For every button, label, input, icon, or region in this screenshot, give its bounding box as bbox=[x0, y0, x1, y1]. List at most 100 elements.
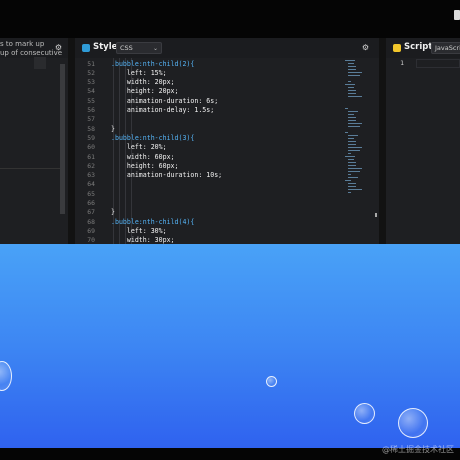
line-number: 69 bbox=[87, 226, 95, 235]
editor-area: s to mark up up of consecutive ⚙ Style C… bbox=[0, 38, 460, 244]
minimap-stroke bbox=[348, 123, 362, 124]
code-line[interactable]: animation-duration: 10s; bbox=[111, 171, 222, 180]
minimap-stroke bbox=[348, 183, 356, 184]
code-line[interactable]: width: 30px; bbox=[111, 236, 175, 244]
line-number: 64 bbox=[87, 180, 95, 189]
code-line[interactable]: left: 20%; bbox=[111, 143, 167, 152]
minimap-stroke bbox=[348, 81, 351, 82]
chevron-down-icon: ⌄ bbox=[152, 45, 158, 52]
code-line[interactable]: } bbox=[111, 208, 115, 217]
minimap-stroke bbox=[348, 171, 360, 172]
style-minimap[interactable] bbox=[345, 58, 375, 218]
html-scrollbar[interactable] bbox=[60, 64, 65, 214]
minimap-stroke bbox=[348, 153, 351, 154]
hint-line-1: s to mark up bbox=[0, 40, 45, 48]
style-panel: Style CSS ⌄ ⚙ 51 .bubble:nth-child(2){52 … bbox=[75, 38, 379, 244]
code-line[interactable]: width: 20px; bbox=[111, 78, 175, 87]
divider bbox=[0, 168, 60, 169]
minimap-stroke bbox=[348, 63, 354, 64]
line-number: 61 bbox=[87, 152, 95, 161]
minimap-stroke bbox=[348, 174, 351, 175]
preview-pane bbox=[0, 244, 460, 448]
minimap-stroke bbox=[348, 87, 354, 88]
minimap-stroke bbox=[348, 150, 360, 151]
style-scrollbar-thumb[interactable] bbox=[375, 213, 377, 217]
code-line[interactable]: } bbox=[111, 125, 115, 134]
minimap-stroke bbox=[348, 135, 358, 136]
line-number: 56 bbox=[87, 106, 95, 114]
line-number: 70 bbox=[87, 236, 95, 244]
style-panel-title: Style bbox=[93, 42, 118, 52]
script-language-label: JavaScript bbox=[435, 44, 460, 52]
minimap-stroke bbox=[348, 75, 360, 76]
minimap-stroke bbox=[348, 189, 362, 190]
code-line[interactable]: height: 60px; bbox=[111, 162, 179, 171]
minimap-stroke bbox=[348, 111, 358, 112]
bubble bbox=[398, 408, 428, 438]
minimap-stroke bbox=[348, 69, 356, 70]
share-icon[interactable] bbox=[454, 10, 460, 20]
code-line[interactable]: animation-duration: 6s; bbox=[111, 97, 218, 106]
minimap-stroke bbox=[348, 72, 362, 73]
js-badge-icon bbox=[393, 44, 401, 52]
code-line[interactable]: .bubble:nth-child(2){ bbox=[111, 60, 194, 69]
html-hint-text: s to mark up up of consecutive bbox=[0, 40, 62, 57]
html-code-area[interactable] bbox=[0, 58, 68, 244]
minimap-stroke bbox=[348, 168, 362, 169]
minimap-stroke bbox=[348, 117, 356, 118]
bubble bbox=[266, 376, 277, 387]
html-minimap bbox=[34, 57, 46, 69]
gear-icon[interactable]: ⚙ bbox=[362, 43, 369, 52]
line-number: 58 bbox=[87, 124, 95, 133]
line-number: 53 bbox=[87, 78, 95, 87]
line-number: 51 bbox=[87, 59, 95, 68]
minimap-stroke bbox=[345, 132, 348, 133]
line-number: 63 bbox=[87, 171, 95, 180]
minimap-stroke bbox=[345, 156, 355, 157]
style-language-label: CSS bbox=[120, 44, 133, 52]
gear-icon[interactable]: ⚙ bbox=[55, 44, 62, 52]
minimap-stroke bbox=[345, 60, 355, 61]
minimap-stroke bbox=[348, 120, 356, 121]
minimap-stroke bbox=[345, 180, 351, 181]
minimap-stroke bbox=[348, 66, 356, 67]
style-language-select[interactable]: CSS ⌄ bbox=[116, 42, 162, 54]
minimap-stroke bbox=[348, 144, 356, 145]
line-number: 60 bbox=[87, 143, 95, 152]
minimap-stroke bbox=[348, 165, 356, 166]
hint-line-2: up of consecutive bbox=[0, 48, 63, 57]
code-line[interactable]: .bubble:nth-child(4){ bbox=[111, 218, 194, 227]
minimap-stroke bbox=[348, 159, 354, 160]
code-line[interactable]: width: 60px; bbox=[111, 153, 175, 162]
code-line[interactable]: left: 30%; bbox=[111, 227, 167, 236]
minimap-stroke bbox=[345, 84, 355, 85]
line-number: 57 bbox=[87, 115, 95, 124]
code-line[interactable]: animation-delay: 1.5s; bbox=[111, 106, 214, 115]
minimap-stroke bbox=[348, 138, 354, 139]
line-number: 59 bbox=[87, 133, 95, 142]
script-code-area[interactable] bbox=[386, 58, 460, 244]
bubble bbox=[354, 403, 375, 424]
minimap-stroke bbox=[348, 93, 356, 94]
code-line[interactable]: .bubble:nth-child(3){ bbox=[111, 134, 194, 143]
minimap-stroke bbox=[348, 186, 356, 187]
line-number: 55 bbox=[87, 96, 95, 105]
code-line[interactable]: height: 20px; bbox=[111, 87, 179, 96]
minimap-stroke bbox=[348, 177, 358, 178]
script-panel: Script JavaScript 1 bbox=[386, 38, 460, 244]
line-number: 67 bbox=[87, 208, 95, 217]
minimap-stroke bbox=[345, 108, 348, 109]
script-language-select[interactable]: JavaScript bbox=[431, 42, 460, 54]
bubble bbox=[0, 361, 12, 391]
line-number: 62 bbox=[87, 161, 95, 170]
code-line[interactable]: left: 15%; bbox=[111, 69, 167, 78]
line-number: 52 bbox=[87, 68, 95, 77]
minimap-stroke bbox=[348, 114, 354, 115]
minimap-stroke bbox=[348, 90, 356, 91]
script-panel-title: Script bbox=[404, 42, 433, 52]
script-line-number: 1 bbox=[400, 59, 404, 67]
line-number: 65 bbox=[87, 189, 95, 198]
css-badge-icon bbox=[82, 44, 90, 52]
script-current-line[interactable] bbox=[416, 59, 460, 68]
line-number: 54 bbox=[87, 87, 95, 96]
